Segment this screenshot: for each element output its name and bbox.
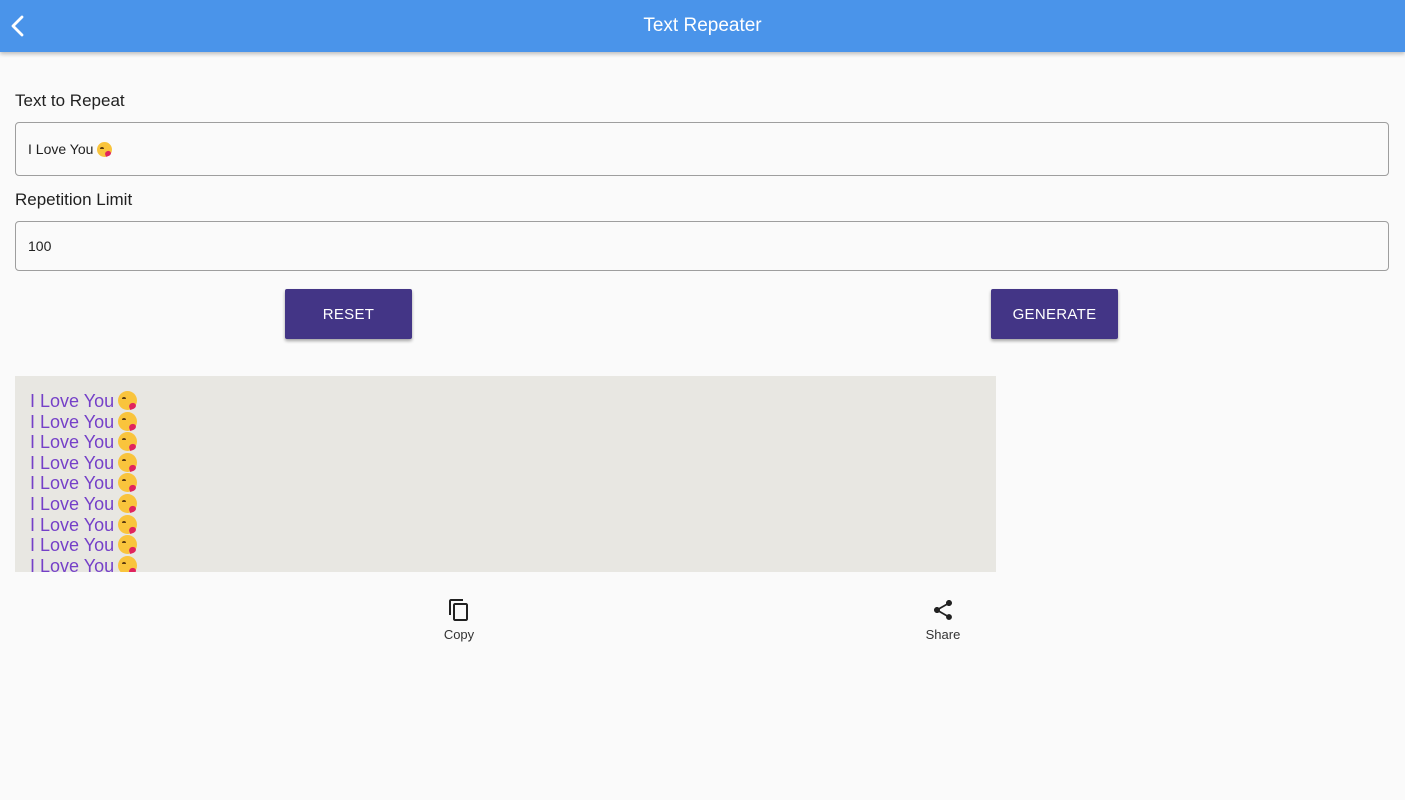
- app-bar: Text Repeater: [0, 0, 1405, 52]
- output-line: I Love You: [30, 391, 996, 412]
- kissing-face-emoji-icon: [118, 555, 138, 572]
- output-line: I Love You: [30, 555, 996, 572]
- kissing-face-emoji-icon: [118, 514, 138, 534]
- repetition-limit-input[interactable]: [15, 221, 1389, 271]
- text-to-repeat-input[interactable]: I Love You: [15, 122, 1389, 176]
- output-line: I Love You: [30, 432, 996, 453]
- output-line: I Love You: [30, 535, 996, 556]
- output-area[interactable]: I Love You I Love You I Love You I Love …: [15, 376, 996, 572]
- kissing-face-emoji-icon: [118, 473, 138, 493]
- kissing-face-emoji-icon: [97, 141, 113, 157]
- text-to-repeat-label: Text to Repeat: [15, 91, 125, 110]
- reset-button[interactable]: RESET: [285, 289, 412, 339]
- output-line: I Love You: [30, 514, 996, 536]
- copy-label: Copy: [443, 627, 475, 642]
- arrow-back-icon: [11, 15, 24, 37]
- share-label: Share: [925, 627, 961, 642]
- kissing-face-emoji-icon: [118, 391, 138, 410]
- share-icon: [934, 600, 952, 620]
- share-button[interactable]: Share: [903, 598, 983, 650]
- kissing-face-emoji-icon: [118, 493, 138, 513]
- text-to-repeat-value: I Love You: [28, 141, 94, 157]
- back-button[interactable]: [4, 8, 32, 44]
- copy-icon: [449, 599, 468, 621]
- output-line: I Love You: [30, 411, 996, 433]
- kissing-face-emoji-icon: [118, 535, 138, 555]
- repetition-limit-label: Repetition Limit: [15, 190, 133, 209]
- kissing-face-emoji-icon: [118, 432, 138, 452]
- output-line: I Love You: [30, 493, 996, 515]
- copy-button[interactable]: Copy: [419, 598, 499, 650]
- generate-button[interactable]: GENERATE: [991, 289, 1118, 339]
- app-title: Text Repeater: [643, 15, 762, 36]
- kissing-face-emoji-icon: [118, 452, 138, 472]
- output-line: I Love You: [30, 473, 996, 494]
- kissing-face-emoji-icon: [118, 411, 138, 431]
- output-line: I Love You: [30, 452, 996, 474]
